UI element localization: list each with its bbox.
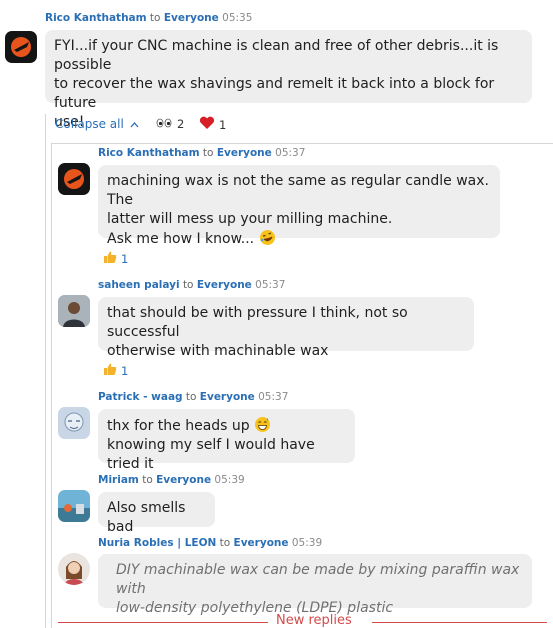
avatar[interactable]: [58, 407, 90, 439]
message-text-line: knowing my self I would have tried it: [107, 437, 315, 472]
author-name[interactable]: saheen palayi: [98, 279, 180, 291]
collapse-all-label: Collapse all: [55, 117, 124, 131]
thumbs-up-count: 1: [121, 363, 129, 378]
recipient-name: Everyone: [156, 474, 212, 486]
timestamp: 05:39: [291, 537, 323, 549]
avatar[interactable]: [58, 295, 90, 327]
heart-reaction[interactable]: 1: [199, 116, 226, 133]
timestamp: 05:37: [275, 147, 306, 159]
thumbs-up-reaction[interactable]: 1: [103, 250, 128, 267]
message-bubble: DIY machinable wax can be made by mixing…: [98, 554, 532, 616]
timestamp: 05:37: [255, 279, 286, 291]
to-label: to: [202, 147, 214, 159]
message-text-line: DIY machinable wax can be made by mixing…: [116, 562, 520, 597]
rofl-emoji-icon: [259, 229, 276, 246]
message-header: Patrick - waag to Everyone 05:37: [98, 391, 288, 403]
eyes-icon: [155, 117, 173, 131]
recipient-name: Everyone: [216, 147, 272, 159]
message-text-line: Also smells bad: [107, 500, 186, 535]
recipient-name: Everyone: [163, 12, 219, 24]
thumbs-up-count: 1: [121, 251, 129, 266]
author-name[interactable]: Miriam: [98, 474, 139, 486]
eyes-reaction[interactable]: 2: [155, 117, 184, 131]
message-text-line: otherwise with machinable wax: [107, 343, 329, 359]
grin-sweat-emoji-icon: [254, 416, 271, 433]
message-bubble: that should be with pressure I think, no…: [98, 297, 474, 359]
recipient-name: Everyone: [233, 537, 289, 549]
message-bubble: Also smells bad: [98, 492, 215, 535]
message-text-line: to recover the wax shavings and remelt i…: [54, 76, 495, 111]
thumbs-up-reaction[interactable]: 1: [103, 362, 128, 379]
to-label: to: [219, 537, 231, 549]
thread-separator: [51, 143, 553, 144]
author-name[interactable]: Rico Kanthatham: [45, 12, 147, 24]
message-bubble: thx for the heads up knowing my self I w…: [98, 409, 355, 472]
to-label: to: [142, 474, 153, 486]
to-label: to: [182, 279, 194, 291]
author-name[interactable]: Rico Kanthatham: [98, 147, 200, 159]
new-replies-label: New replies: [276, 613, 352, 628]
thumbs-up-icon: [103, 362, 117, 379]
chevron-up-icon: [130, 117, 139, 131]
recipient-name: Everyone: [196, 279, 252, 291]
message-text-line: that should be with pressure I think, no…: [107, 305, 408, 340]
message-bubble: machining wax is not the same as regular…: [98, 165, 500, 247]
thumbs-up-icon: [103, 250, 117, 267]
eyes-count: 2: [177, 117, 185, 131]
avatar[interactable]: [58, 490, 90, 522]
heart-icon: [199, 116, 215, 133]
timestamp: 05:39: [214, 474, 245, 486]
timestamp: 05:37: [258, 391, 289, 403]
thread-line-inner: [51, 143, 52, 628]
author-name[interactable]: Patrick - waag: [98, 391, 183, 403]
message-text-line: FYI...if your CNC machine is clean and f…: [54, 38, 499, 73]
avatar[interactable]: [58, 163, 90, 195]
new-replies-divider-left: [58, 622, 268, 623]
message-text-line: machining wax is not the same as regular…: [107, 173, 489, 208]
message-header: Rico Kanthatham to Everyone 05:37: [98, 147, 305, 159]
message-text-line: thx for the heads up: [107, 418, 250, 434]
message-header: Nuria Robles | LEON to Everyone 05:39: [98, 537, 322, 549]
thread-line: [45, 114, 46, 628]
author-name[interactable]: Nuria Robles | LEON: [98, 537, 216, 549]
message-text-line: latter will mess up your milling machine…: [107, 211, 393, 227]
to-label: to: [149, 12, 161, 24]
avatar[interactable]: [5, 31, 37, 63]
message-bubble: FYI...if your CNC machine is clean and f…: [45, 30, 532, 130]
message-header: saheen palayi to Everyone 05:37: [98, 279, 285, 291]
message-text-line: Ask me how I know...: [107, 231, 255, 247]
new-replies-divider-right: [372, 622, 547, 623]
timestamp: 05:35: [222, 12, 253, 24]
collapse-all-button[interactable]: Collapse all: [55, 117, 139, 131]
heart-count: 1: [219, 117, 227, 132]
to-label: to: [185, 391, 197, 403]
message-header: Rico Kanthatham to Everyone 05:35: [45, 12, 252, 24]
recipient-name: Everyone: [199, 391, 255, 403]
avatar[interactable]: [58, 553, 90, 585]
message-header: Miriam to Everyone 05:39: [98, 474, 245, 486]
